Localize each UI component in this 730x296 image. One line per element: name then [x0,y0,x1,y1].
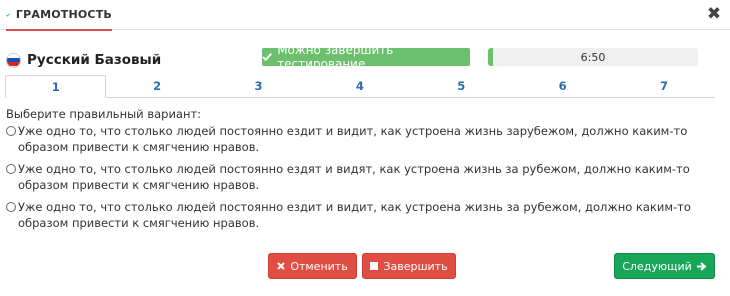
next-button-label: Следующий [622,259,692,273]
test-name: Русский Базовый [27,52,162,68]
answer-option[interactable]: Уже одно то, что столько людей постоянно… [6,199,718,231]
stop-icon [370,262,379,270]
timer-bar: 6:50 [488,48,698,66]
dialog-title: ГРАМОТНОСТЬ [15,8,112,21]
dialog-header: ГРАМОТНОСТЬ ✖ [0,0,730,31]
tab-5[interactable]: 5 [411,75,512,97]
next-button[interactable]: Следующий [614,253,715,279]
cancel-button-label: Отменить [290,259,348,273]
arrow-right-icon [696,261,707,271]
answer-text: Уже одно то, что столько людей постоянно… [18,162,690,192]
test-title: Русский Базовый [6,52,161,68]
finish-available-label: Можно завершить тестирование [277,43,394,71]
answer-text: Уже одно то, что столько людей постоянно… [18,200,691,230]
header-tab: ГРАМОТНОСТЬ [6,0,112,31]
question-tabs: 1 2 3 4 5 6 7 [5,75,715,98]
tab-7[interactable]: 7 [613,75,714,97]
tab-4[interactable]: 4 [309,75,410,97]
answer-option[interactable]: Уже одно то, что столько людей постоянно… [6,123,718,155]
close-icon[interactable]: ✖ [706,6,722,23]
check-icon [262,53,272,62]
tab-2[interactable]: 2 [106,75,207,97]
cancel-button[interactable]: Отменить [268,253,357,279]
tab-3[interactable]: 3 [208,75,309,97]
answer-option[interactable]: Уже одно то, что столько людей постоянно… [6,161,718,193]
finish-button-label: Завершить [383,259,448,273]
answer-radio[interactable] [6,164,16,174]
finish-button[interactable]: Завершить [362,253,456,279]
answer-radio[interactable] [6,202,16,212]
timer-value: 6:50 [580,50,606,64]
answer-radio[interactable] [6,126,16,136]
russia-flag-icon [6,52,21,68]
tab-6[interactable]: 6 [512,75,613,97]
tab-1[interactable]: 1 [5,75,107,98]
answer-text: Уже одно то, что столько людей постоянно… [18,124,688,154]
finish-available-badge: Можно завершить тестирование [262,43,470,71]
question-prompt: Выберите правильный вариант: [6,107,202,121]
check-pencil-icon [6,12,10,17]
times-icon [277,262,286,270]
